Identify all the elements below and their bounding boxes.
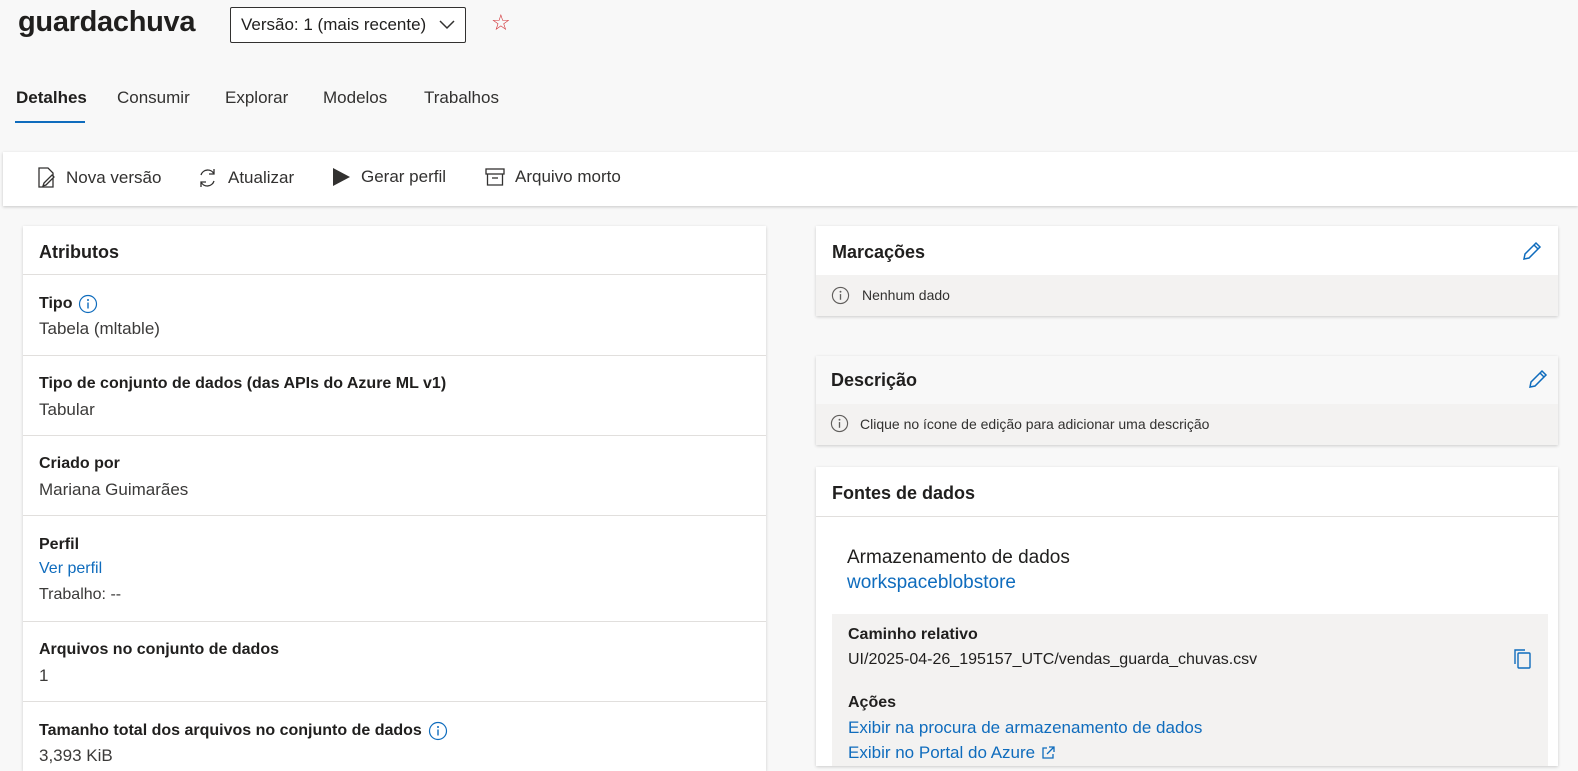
version-dropdown[interactable]: Versão: 1 (mais recente)	[230, 7, 466, 43]
divider	[23, 435, 766, 436]
size-value: 3,393 KiB	[39, 746, 113, 765]
version-dropdown-value: Versão: 1 (mais recente)	[241, 15, 427, 34]
divider	[23, 621, 766, 622]
info-icon[interactable]	[428, 721, 448, 741]
profile-job: Trabalho: --	[39, 586, 122, 603]
type-label-row: Tipo	[39, 294, 98, 314]
tab-trabalhos[interactable]: Trabalhos	[424, 88, 499, 108]
refresh-button[interactable]: Atualizar	[197, 167, 294, 189]
archive-label: Arquivo morto	[515, 167, 621, 186]
type-value: Tabela (mltable)	[39, 319, 160, 338]
tab-detalhes[interactable]: Detalhes	[16, 88, 87, 108]
dataset-type-value: Tabular	[39, 400, 95, 419]
relative-path-value: UI/2025-04-26_195157_UTC/vendas_guarda_c…	[848, 651, 1258, 668]
tab-consumir[interactable]: Consumir	[117, 88, 190, 108]
view-profile-link[interactable]: Ver perfil	[39, 560, 102, 578]
archive-button[interactable]: Arquivo morto	[485, 167, 621, 187]
tab-explorar[interactable]: Explorar	[225, 88, 288, 108]
divider	[23, 515, 766, 516]
archive-icon	[485, 168, 505, 186]
divider	[23, 274, 766, 275]
favorite-star-icon[interactable]: ☆	[491, 12, 511, 34]
size-label-row: Tamanho total dos arquivos no conjunto d…	[39, 721, 448, 741]
info-icon	[830, 414, 849, 433]
dataset-type-label: Tipo de conjunto de dados (das APIs do A…	[39, 375, 447, 392]
new-version-label: Nova versão	[66, 168, 162, 187]
chevron-down-icon	[439, 20, 455, 30]
description-hint-text: Clique no ícone de edição para adicionar…	[860, 416, 1210, 432]
divider	[816, 516, 1558, 517]
tags-title: Marcações	[832, 242, 926, 262]
generate-profile-button[interactable]: Gerar perfil	[331, 167, 446, 187]
divider	[23, 355, 766, 356]
tab-modelos[interactable]: Modelos	[323, 88, 387, 108]
attributes-title: Atributos	[39, 242, 119, 262]
azure-portal-link[interactable]: Exibir no Portal do Azure	[848, 743, 1035, 763]
copy-icon[interactable]	[1512, 648, 1532, 670]
type-label: Tipo	[39, 295, 73, 312]
refresh-icon	[200, 169, 215, 187]
description-title: Descrição	[831, 370, 918, 390]
profile-label: Perfil	[39, 536, 80, 553]
files-value: 1	[39, 666, 49, 685]
edit-document-icon	[38, 167, 55, 188]
active-tab-indicator	[15, 121, 85, 123]
datastore-link[interactable]: workspaceblobstore	[847, 572, 1016, 594]
divider	[23, 701, 766, 702]
edit-tags-pencil-icon[interactable]	[1521, 240, 1543, 262]
azure-portal-link-row[interactable]: Exibir no Portal do Azure	[848, 743, 1055, 763]
datasources-title: Fontes de dados	[832, 483, 976, 503]
info-icon[interactable]	[78, 294, 98, 314]
files-label: Arquivos no conjunto de dados	[39, 641, 279, 658]
external-link-icon	[1042, 746, 1055, 759]
actions-label: Ações	[848, 694, 897, 711]
tags-empty-text: Nenhum dado	[862, 287, 950, 303]
play-icon	[333, 168, 350, 186]
relative-path-label: Caminho relativo	[848, 626, 978, 643]
created-by-label: Criado por	[39, 455, 120, 472]
size-label: Tamanho total dos arquivos no conjunto d…	[39, 722, 422, 739]
info-icon	[831, 286, 850, 305]
refresh-label: Atualizar	[228, 168, 295, 187]
generate-profile-label: Gerar perfil	[361, 167, 447, 186]
datastore-label: Armazenamento de dados	[847, 547, 1070, 568]
page-title: guardachuva	[18, 6, 196, 38]
edit-description-pencil-icon[interactable]	[1527, 368, 1549, 390]
created-by-value: Mariana Guimarães	[39, 480, 189, 499]
new-version-button[interactable]: Nova versão	[36, 167, 161, 189]
browse-datastore-link[interactable]: Exibir na procura de armazenamento de da…	[848, 718, 1202, 738]
